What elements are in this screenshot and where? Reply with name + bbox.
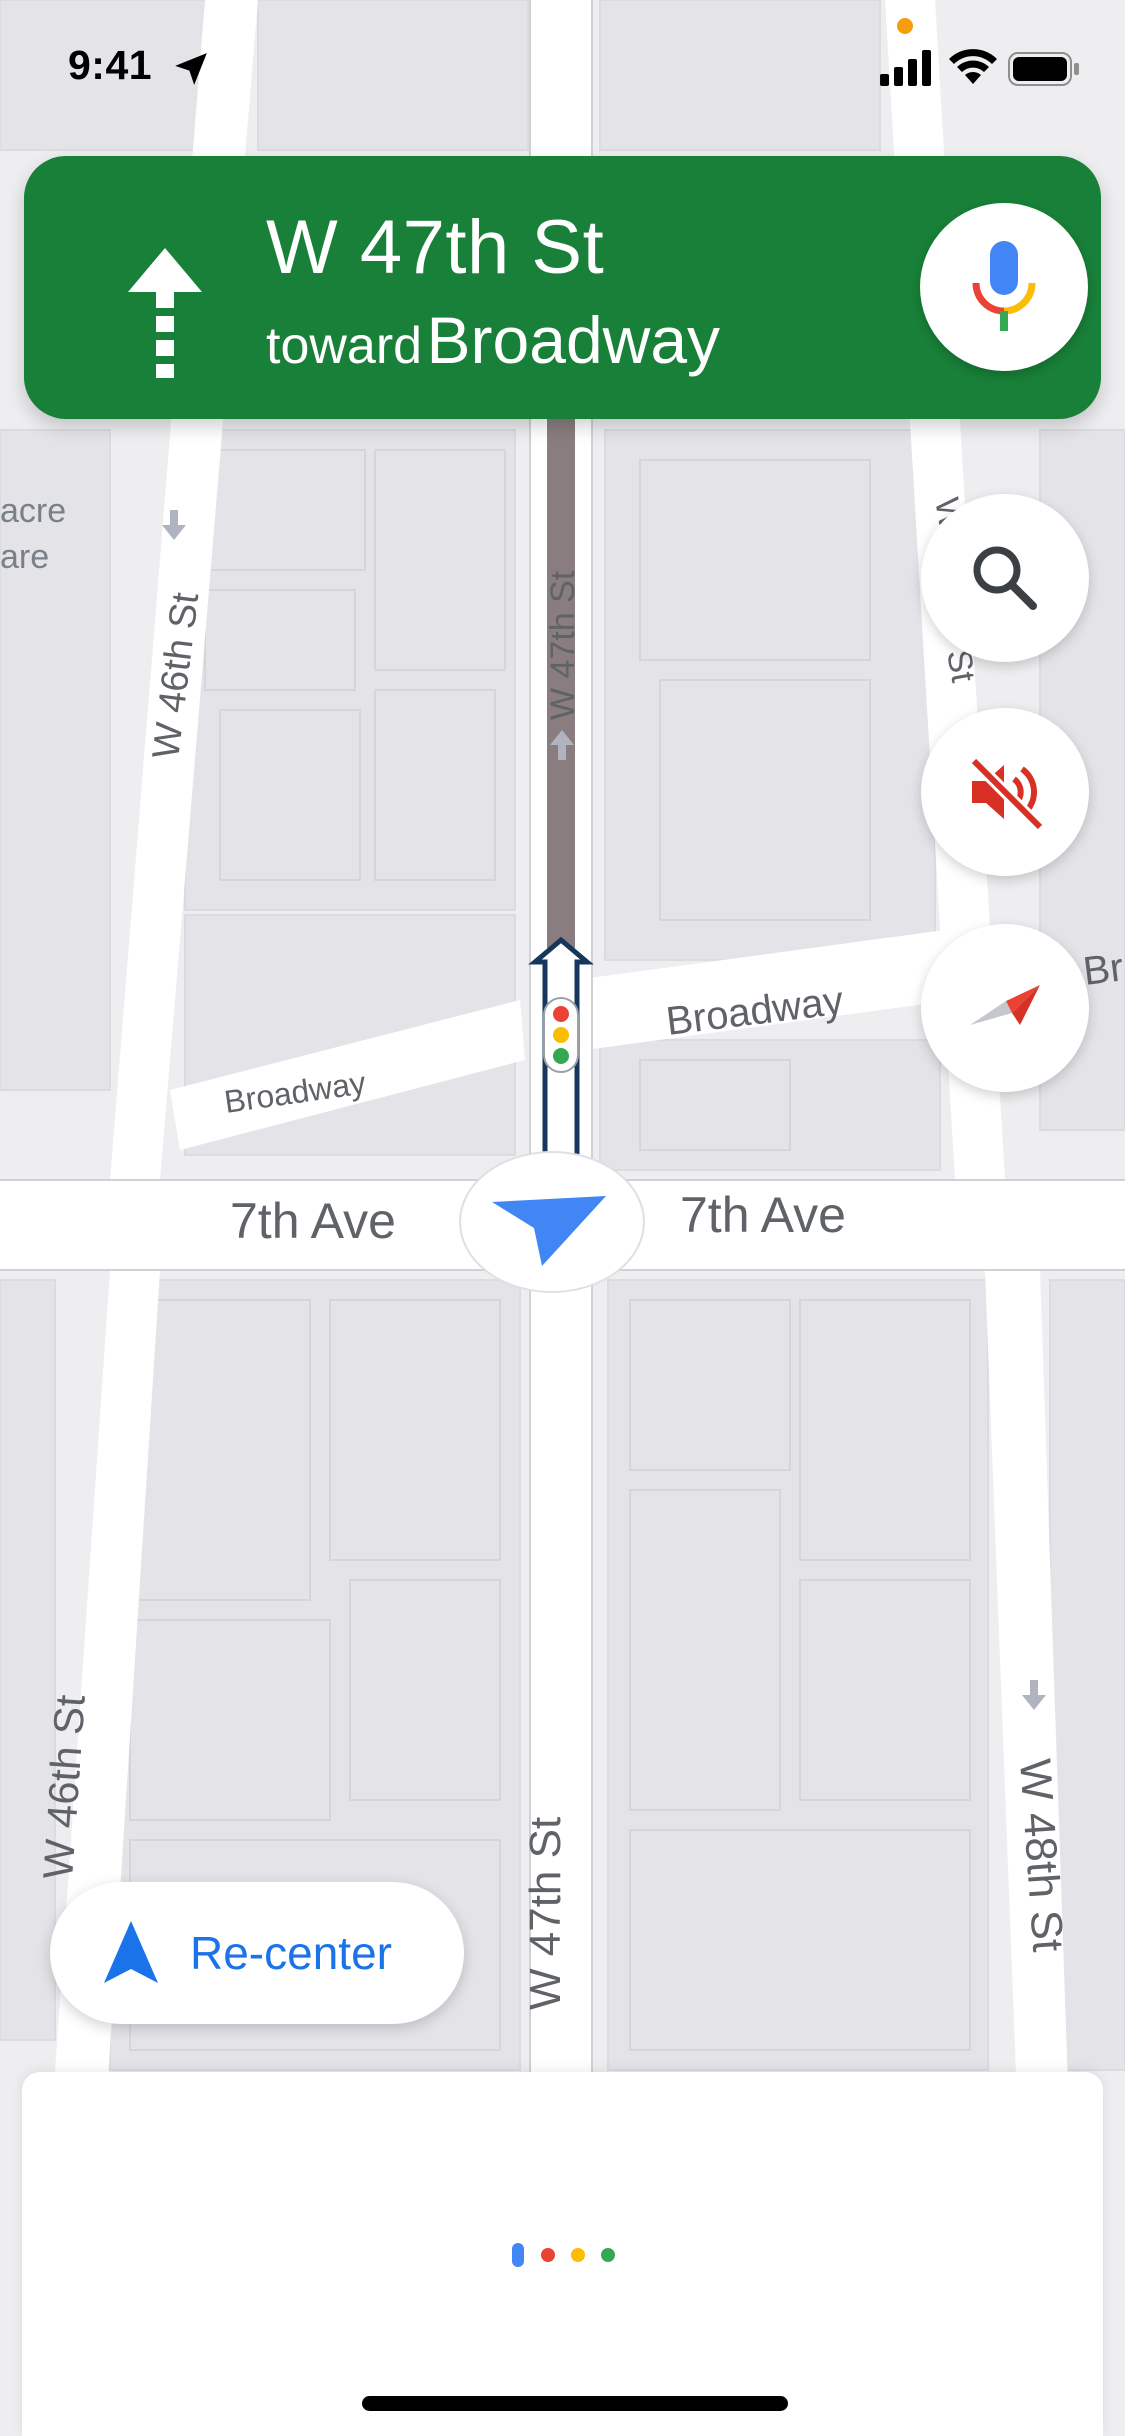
label-w47-top: W 47th St — [544, 570, 582, 720]
google-loading-dots — [512, 2243, 615, 2267]
cellular-signal-icon — [880, 50, 931, 86]
label-7th-ave-right: 7th Ave — [680, 1187, 846, 1243]
home-indicator[interactable] — [362, 2396, 788, 2411]
mute-button[interactable] — [921, 708, 1089, 876]
navigation-banner[interactable]: W 47th St toward Broadway — [24, 156, 1101, 419]
navigation-arrow-icon — [104, 1921, 158, 1983]
label-broadway-edge: Br — [1081, 945, 1125, 994]
status-time: 9:41 — [68, 42, 153, 88]
battery-icon — [1008, 52, 1079, 86]
recenter-label: Re-center — [190, 1927, 392, 1979]
status-bar: 9:41 — [0, 0, 1125, 140]
straight-arrow-icon — [128, 248, 202, 378]
search-icon — [973, 546, 1037, 610]
nav-toward-word: toward — [266, 317, 423, 375]
nav-toward-line: toward Broadway — [266, 302, 720, 378]
google-mic-icon — [972, 241, 1036, 331]
mic-in-use-dot — [897, 18, 913, 34]
nav-toward-street: Broadway — [426, 303, 721, 377]
label-7th-ave-left: 7th Ave — [230, 1193, 396, 1249]
label-acre-2: are — [0, 538, 49, 576]
recenter-button[interactable]: Re-center — [50, 1882, 464, 2024]
label-acre-1: acre — [0, 492, 66, 530]
search-button[interactable] — [921, 494, 1089, 662]
nav-street-name: W 47th St — [266, 205, 605, 290]
bottom-sheet[interactable] — [22, 2072, 1103, 2436]
sound-off-icon — [969, 756, 1045, 832]
compass-icon — [970, 985, 1040, 1025]
voice-search-button[interactable] — [920, 203, 1088, 371]
navigation-puck-icon — [459, 1151, 645, 1293]
location-arrow-icon — [175, 53, 207, 85]
wifi-icon — [949, 49, 997, 84]
label-w47-bottom: W 47th St — [521, 1817, 570, 2010]
traffic-light-icon — [543, 997, 579, 1073]
compass-button[interactable] — [921, 924, 1089, 1092]
